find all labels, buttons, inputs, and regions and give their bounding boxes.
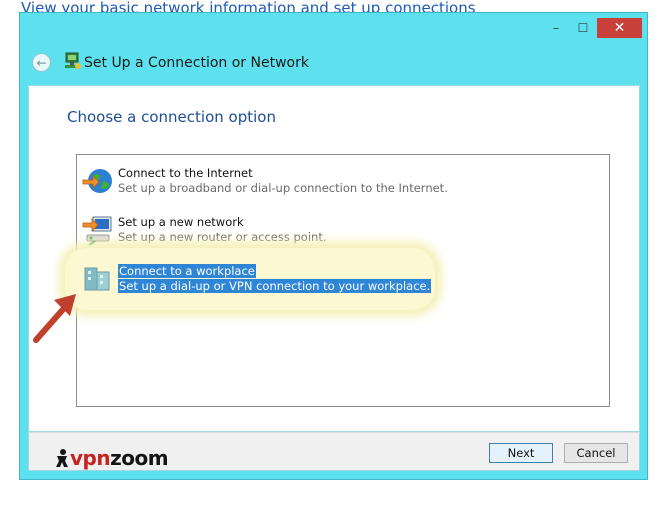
option-description: Set up a new router or access point. [118, 230, 327, 244]
window-title: Set Up a Connection or Network [84, 55, 309, 71]
option-title: Connect to the Internet [118, 166, 253, 180]
option-connect-internet[interactable]: Connect to the Internet Set up a broadba… [81, 164, 601, 202]
option-description: Set up a dial-up or VPN connection to yo… [118, 279, 432, 293]
back-arrow-icon[interactable]: ← [32, 53, 51, 72]
option-connect-workplace[interactable]: Connect to a workplace Set up a dial-up … [65, 248, 601, 310]
connection-options-list[interactable]: Connect to the Internet Set up a broadba… [65, 154, 610, 407]
minimize-button[interactable]: – [543, 18, 569, 38]
workplace-icon [84, 267, 110, 291]
next-button[interactable]: Next [489, 443, 553, 463]
globe-icon [82, 169, 112, 193]
cancel-button[interactable]: Cancel [564, 443, 628, 463]
option-title: Connect to a workplace [118, 264, 256, 278]
content-panel: Choose a connection option Connect to th… [28, 85, 640, 432]
vpnzoom-logo: vpnzoom [55, 447, 169, 469]
logo-figure-icon [56, 449, 68, 467]
close-button[interactable]: ✕ [597, 18, 642, 38]
maximize-button[interactable]: ☐ [570, 18, 596, 38]
page-heading: Choose a connection option [67, 108, 276, 126]
option-title: Set up a new network [118, 215, 244, 229]
option-description: Set up a broadband or dial-up connection… [118, 181, 448, 195]
router-icon [82, 216, 112, 246]
pointer-arrow-icon [33, 294, 76, 343]
option-new-network[interactable]: Set up a new network Set up a new router… [81, 213, 601, 251]
dialog-footer: vpnzoom Next Cancel [28, 432, 640, 471]
setup-connection-window: – ☐ ✕ ← Set Up a Connection or Network C… [19, 12, 648, 480]
network-setup-icon [65, 52, 81, 69]
